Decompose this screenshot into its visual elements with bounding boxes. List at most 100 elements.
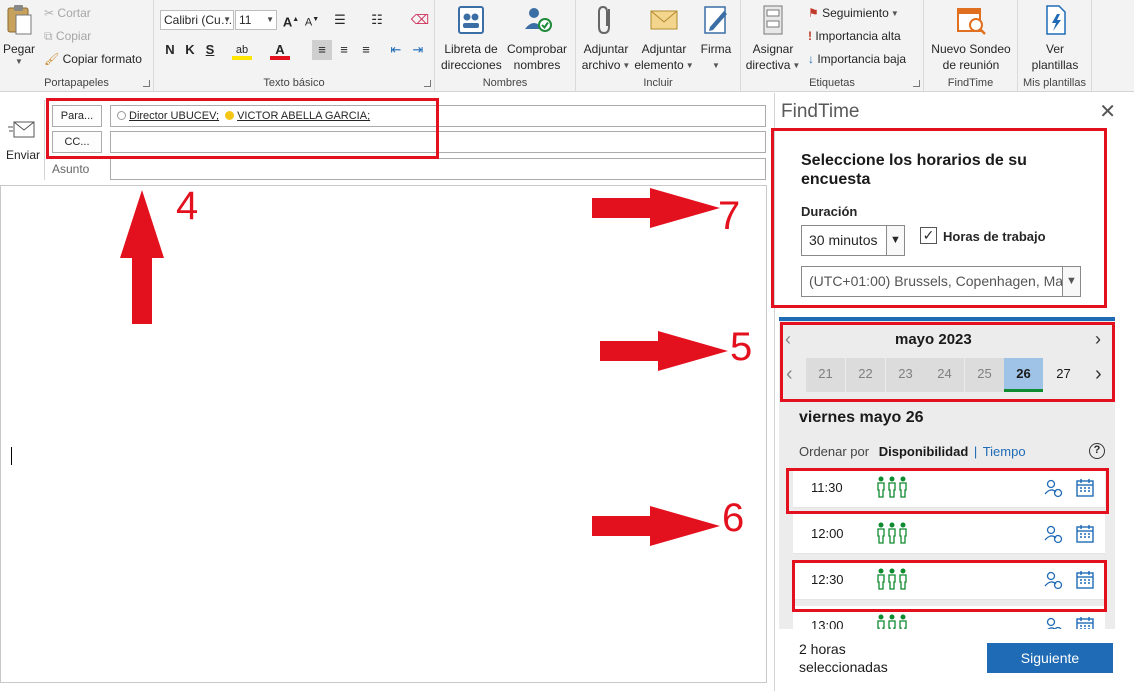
cut-button[interactable]: ✂ Cortar [44,4,91,22]
slot-time: 12:00 [811,526,844,541]
exclamation-icon: ! [808,29,812,43]
time-slot-row[interactable]: 12:00 [793,514,1105,554]
annotation-box-settings [771,128,1107,308]
eraser-icon[interactable]: ⌫ [410,10,430,30]
clipboard-group-label: Portapapeles [44,77,109,89]
attach-item-button[interactable]: Adjuntar elemento ▼ [634,3,694,74]
low-importance-label: Importancia baja [817,52,907,66]
paste-dropdown-icon[interactable]: ▼ [2,57,36,67]
highlight-icon[interactable]: ab [232,40,252,60]
copy-button[interactable]: ⧉ Copiar [44,27,91,45]
send-divider [44,100,45,180]
subject-field[interactable] [110,158,766,180]
font-color-icon[interactable]: A [270,40,290,60]
follow-up-button[interactable]: ⚑ Seguimiento ▼ [808,4,899,23]
annotation-number-5: 5 [730,325,753,369]
attendee-details-icon[interactable] [1043,524,1063,544]
align-center-icon[interactable]: ≡ [334,40,354,60]
sort-time[interactable]: Tiempo [983,444,1026,459]
increase-indent-icon[interactable]: ⇥ [408,40,428,60]
view-templates-button[interactable]: Ver plantillas [1022,3,1088,73]
attach-file-label-2: archivo [581,58,621,72]
selected-count-line-2: seleccionadas [799,659,888,675]
close-icon[interactable]: ✕ [1099,99,1116,124]
check-names-icon [525,8,552,32]
signature-icon [704,6,727,34]
next-button[interactable]: Siguiente [987,643,1113,673]
font-name-select[interactable]: Calibri (Cu… ▼ [160,10,234,30]
chevron-down-icon: ▼ [223,15,231,24]
underline-button[interactable]: S [200,40,220,60]
sort-availability[interactable]: Disponibilidad [879,444,969,459]
view-templates-label-2: plantillas [1031,58,1079,72]
annotation-arrow-5 [600,331,728,371]
decrease-indent-icon[interactable]: ⇤ [386,40,406,60]
align-left-icon[interactable]: ≡ [312,40,332,60]
low-importance-button[interactable]: ↓ Importancia baja [808,50,906,68]
include-group: Adjuntar archivo ▼ Adjuntar elemento ▼ Fir… [576,0,741,92]
subject-label: Asunto [52,162,90,176]
chevron-down-icon: ▼ [685,60,694,70]
align-right-icon[interactable]: ≡ [356,40,376,60]
copy-icon: ⧉ [44,29,53,43]
findtime-group-label: FindTime [947,77,994,89]
chevron-down-icon: ▼ [712,60,720,70]
annotation-box-calendar [780,322,1115,402]
grow-font-icon[interactable]: A▲ [281,10,301,30]
chevron-down-icon: ▼ [266,15,274,24]
attach-file-label-1: Adjuntar [583,42,629,56]
selected-date-heading: viernes mayo 26 [799,409,924,426]
chevron-down-icon: ▼ [792,60,801,70]
clipboard-launcher-icon[interactable] [143,80,150,87]
pane-title: FindTime [781,101,860,122]
send-icon [8,121,35,138]
clipboard-group: Pegar ▼ ✂ Cortar ⧉ Copiar 🖌 Copiar forma… [0,0,154,92]
pane-footer: 2 horas seleccionadas Siguiente [775,629,1134,691]
down-arrow-icon: ↓ [808,52,814,66]
flag-icon: ⚑ [808,6,819,20]
tags-group-label: Etiquetas [809,77,855,89]
message-body[interactable] [0,185,767,683]
include-group-label: Incluir [643,77,673,89]
italic-button[interactable]: K [180,40,200,60]
send-button[interactable]: Enviar [3,118,43,174]
calendar-icon[interactable] [1075,524,1095,544]
new-poll-button[interactable]: Nuevo Sondeo de reunión [928,3,1014,73]
envelope-icon [650,10,678,30]
copy-label: Copiar [55,29,92,43]
calendar-search-icon [957,8,986,35]
font-size-select[interactable]: 11 ▼ [235,10,277,30]
high-importance-button[interactable]: ! Importancia alta [808,27,901,45]
format-painter-button[interactable]: 🖌 Copiar formato [44,50,142,68]
annotation-arrow-7 [592,188,720,228]
shrink-font-icon[interactable]: A▼ [302,10,322,30]
bullets-icon[interactable]: ☰ [330,10,350,30]
basic-text-launcher-icon[interactable] [424,80,431,87]
format-painter-label: Copiar formato [62,52,142,66]
help-icon[interactable]: ? [1089,443,1105,459]
cabinet-icon [763,5,783,35]
view-templates-label-1: Ver [1045,42,1064,56]
paperclip-icon [598,5,610,35]
assign-policy-label-1: Asignar [752,42,794,56]
document-lightning-icon [1046,5,1066,35]
paste-button[interactable]: Pegar ▼ [2,3,36,67]
tags-launcher-icon[interactable] [913,80,920,87]
ribbon: Pegar ▼ ✂ Cortar ⧉ Copiar 🖌 Copiar forma… [0,0,1134,92]
high-importance-label: Importancia alta [815,29,901,43]
numbering-icon[interactable]: ☷ [367,10,387,30]
text-cursor [11,447,12,465]
names-group: Libreta de direcciones Comprobar nombres… [435,0,576,92]
bold-button[interactable]: N [160,40,180,60]
address-book-label-2: direcciones [441,58,502,72]
check-names-button[interactable]: Comprobar nombres [505,3,569,73]
annotation-box-recipients [46,98,439,159]
address-book-button[interactable]: Libreta de direcciones [441,3,502,73]
assign-policy-button[interactable]: Asignar directiva ▼ [744,3,802,74]
annotation-box-slot-1230 [792,560,1107,612]
attendees-available-icon [877,522,907,544]
signature-button[interactable]: Firma ▼ [696,3,736,74]
sort-label: Ordenar por [799,444,870,459]
attach-file-button[interactable]: Adjuntar archivo ▼ [579,3,633,74]
basic-text-group: Calibri (Cu… ▼ 11 ▼ A▲ A▼ ☰ ☷ ⌫ N K S ab… [154,0,435,92]
